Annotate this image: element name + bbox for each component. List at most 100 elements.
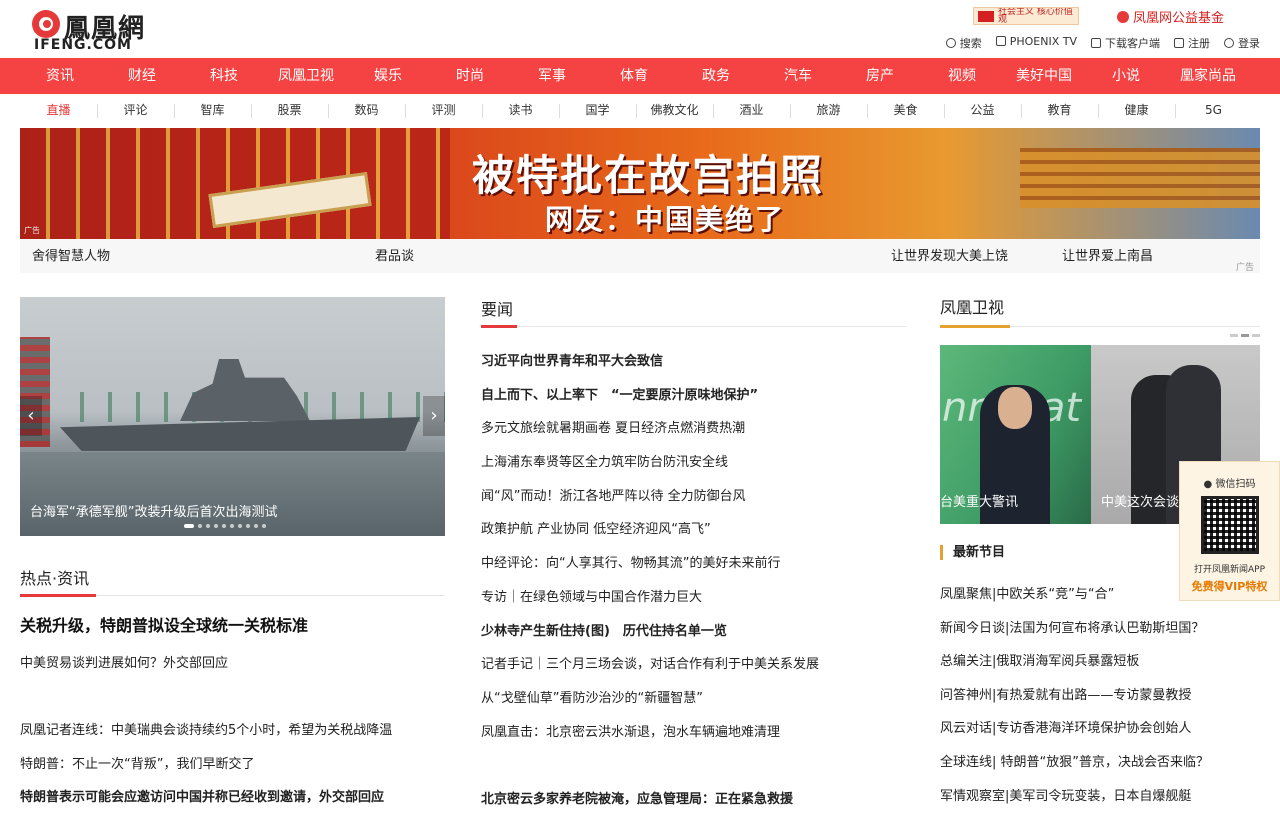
list-item[interactable]: 从“戈壁仙草”看防沙治沙的“新疆智慧” (481, 682, 906, 716)
subnav-item[interactable]: 读书 (482, 94, 559, 127)
list-item[interactable]: 特朗普：不止一次“背叛”，我们早断交了 (20, 748, 445, 782)
promo-link[interactable]: 让世界爱上南昌 (1062, 245, 1153, 264)
phoenix-tv-title[interactable]: 凤凰卫视 (940, 294, 1004, 318)
subnav-item[interactable]: 评论 (97, 94, 174, 127)
login-link[interactable]: 登录 (1224, 35, 1260, 51)
list-item[interactable]: 凤凰记者连线：中美瑞典会谈持续约5个小时，希望为关税战降温 (20, 714, 445, 748)
list-item[interactable]: 专访｜在绿色领域与中国合作潜力巨大 (481, 581, 906, 615)
subnav-item[interactable]: 健康 (1098, 94, 1175, 127)
list-item[interactable]: 特朗普表示可能会应邀访问中国并称已经收到邀请，外交部回应 (20, 781, 445, 815)
slider-caption[interactable]: 台海军“承德军舰”改装升级后首次出海测试 (30, 501, 277, 520)
subnav-item[interactable]: 股票 (251, 94, 328, 127)
nav-item[interactable]: 凰家尚品 (1167, 58, 1249, 94)
slider-dot[interactable] (206, 524, 210, 528)
nav-item[interactable]: 视频 (921, 58, 1003, 94)
nav-item[interactable]: 凤凰卫视 (265, 58, 347, 94)
slider-next-button[interactable]: › (423, 396, 445, 436)
slider-dot[interactable] (230, 524, 234, 528)
list-item[interactable]: 自上而下、以上率下 “一定要原汁原味地保护” (481, 379, 906, 413)
slider-dot[interactable] (198, 524, 202, 528)
list-item[interactable]: 新闻今日谈|法国为何宣布将承认巴勒斯坦国？ (940, 612, 1260, 646)
list-item[interactable]: 中美贸易谈判进展如何？外交部回应 (20, 647, 445, 681)
hot-news-title[interactable]: 热点·资讯 (20, 565, 89, 589)
list-item[interactable]: 闻“风”而动！浙江各地严阵以待 全力防御台风 (481, 480, 906, 514)
slider-dot[interactable] (262, 524, 266, 528)
nav-item[interactable]: 小说 (1085, 58, 1167, 94)
nav-item[interactable]: 资讯 (19, 58, 101, 94)
subnav-item[interactable]: 美食 (867, 94, 944, 127)
subnav-item[interactable]: 评测 (405, 94, 482, 127)
nav-item[interactable]: 政务 (675, 58, 757, 94)
promo-link[interactable]: 让世界发现大美上饶 (891, 245, 1008, 264)
slider-dot[interactable] (222, 524, 226, 528)
download-client-link[interactable]: 下载客户端 (1091, 35, 1160, 51)
tv-slide-1[interactable]: nnovat 台美重大警讯 (940, 345, 1091, 524)
subnav-item[interactable]: 佛教文化 (636, 94, 713, 127)
subnav-item[interactable]: 酒业 (713, 94, 790, 127)
list-item[interactable]: 少林寺产生新住持(图) 历代住持名单一览 (481, 615, 906, 649)
nav-item[interactable]: 军事 (511, 58, 593, 94)
slider-dot[interactable] (238, 524, 242, 528)
tv-slide-caption[interactable]: 台美重大警讯 (940, 491, 1018, 510)
subnav-item[interactable]: 教育 (1021, 94, 1098, 127)
tv-icon (995, 36, 1006, 46)
list-item[interactable] (20, 681, 445, 715)
search-link[interactable]: 搜索 (945, 35, 982, 51)
charity-fund-link[interactable]: 凤凰网公益基金 (1117, 7, 1224, 26)
list-item[interactable]: 凤凰直击：北京密云洪水渐退，泡水车辆遍地难清理 (481, 716, 906, 750)
subnav-item-live[interactable]: 直播 (20, 94, 97, 127)
phoenix-tv-link[interactable]: PHOENIX TV (995, 35, 1077, 51)
list-item[interactable]: 多元文旅绘就暑期画卷 夏日经济点燃消费热潮 (481, 412, 906, 446)
slider-dot[interactable] (254, 524, 258, 528)
nav-item[interactable]: 时尚 (429, 58, 511, 94)
hot-headline[interactable]: 关税升级，特朗普拟设全球统一关税标准 (20, 612, 445, 636)
forbidden-city-ad-banner[interactable]: 被特批在故宫拍照 网友：中国美绝了 广告 (20, 128, 1260, 239)
list-item[interactable]: 中经评论：向“人享其行、物畅其流”的美好未来前行 (481, 547, 906, 581)
news-photo-slider[interactable]: ‹ › 台海军“承德军舰”改装升级后首次出海测试 (20, 297, 445, 536)
nav-item[interactable]: 房产 (839, 58, 921, 94)
nav-item[interactable]: 娱乐 (347, 58, 429, 94)
list-item[interactable]: 军情观察室|美军司令玩变装，日本自爆舰艇 (940, 780, 1260, 814)
nav-item[interactable]: 科技 (183, 58, 265, 94)
list-item[interactable]: 问答神州|有热爱就有出路——专访蒙曼教授 (940, 679, 1260, 713)
list-item[interactable]: 上海浦东奉贤等区全力筑牢防台防汛安全线 (481, 446, 906, 480)
wechat-qr-popup[interactable]: ● 微信扫码 打开凤凰新闻APP 免费得VIP特权 (1179, 461, 1280, 601)
ad-tag: 广告 (24, 226, 40, 235)
site-header: 鳳凰網 IFENG.COM 社会主义 核心价值观 凤凰网公益基金 搜索 PHOE… (0, 0, 1280, 58)
list-item[interactable]: 风云对话|专访香港海洋环境保护协会创始人 (940, 712, 1260, 746)
subnav-item[interactable]: 公益 (944, 94, 1021, 127)
nav-item[interactable]: 体育 (593, 58, 675, 94)
tv-slide-caption[interactable]: 中美这次会谈 (1101, 491, 1179, 510)
slider-dot[interactable] (246, 524, 250, 528)
list-item[interactable]: 习近平向世界青年和平大会致信 (481, 345, 906, 379)
subnav-item[interactable]: 旅游 (790, 94, 867, 127)
slider-dot[interactable] (214, 524, 218, 528)
subnav-item[interactable]: 5G (1175, 94, 1252, 127)
promo-link[interactable]: 舍得智慧人物 (32, 245, 110, 264)
subnav-item[interactable]: 智库 (174, 94, 251, 127)
ifeng-logo[interactable]: 鳳凰網 IFENG.COM (32, 8, 162, 54)
slider-dot-active[interactable] (1241, 334, 1249, 337)
nav-item[interactable]: 汽车 (757, 58, 839, 94)
promo-link[interactable]: 君品谈 (375, 245, 414, 264)
latest-programs-list: 凤凰聚焦|中欧关系“竞”与“合” 新闻今日谈|法国为何宣布将承认巴勒斯坦国？ 总编关… (940, 578, 1260, 813)
slider-dot[interactable] (1252, 334, 1260, 337)
subnav-item[interactable]: 数码 (328, 94, 405, 127)
phoenix-logo-icon (32, 10, 60, 38)
list-item[interactable] (481, 749, 906, 783)
core-values-banner[interactable]: 社会主义 核心价值观 (973, 7, 1079, 25)
list-item[interactable]: 政策护航 产业协同 低空经济迎风“高飞” (481, 513, 906, 547)
subnav-item[interactable]: 国学 (559, 94, 636, 127)
news-section-title[interactable]: 要闻 (481, 296, 513, 320)
list-item[interactable]: 记者手记｜三个月三场会谈，对话合作有利于中美关系发展 (481, 648, 906, 682)
slider-dot-active[interactable] (184, 524, 194, 528)
nav-item[interactable]: 财经 (101, 58, 183, 94)
register-link[interactable]: 注册 (1174, 35, 1210, 51)
list-item[interactable]: 总编关注|俄取消海军阅兵暴露短板 (940, 645, 1260, 679)
face-image (998, 387, 1032, 429)
list-item[interactable]: 全球连线| 特朗普“放狠”普京，决战会否来临？ (940, 746, 1260, 780)
nav-item[interactable]: 美好中国 (1003, 58, 1085, 94)
warship-image (60, 417, 420, 451)
slider-dot[interactable] (1230, 334, 1238, 337)
slider-prev-button[interactable]: ‹ (20, 396, 42, 436)
